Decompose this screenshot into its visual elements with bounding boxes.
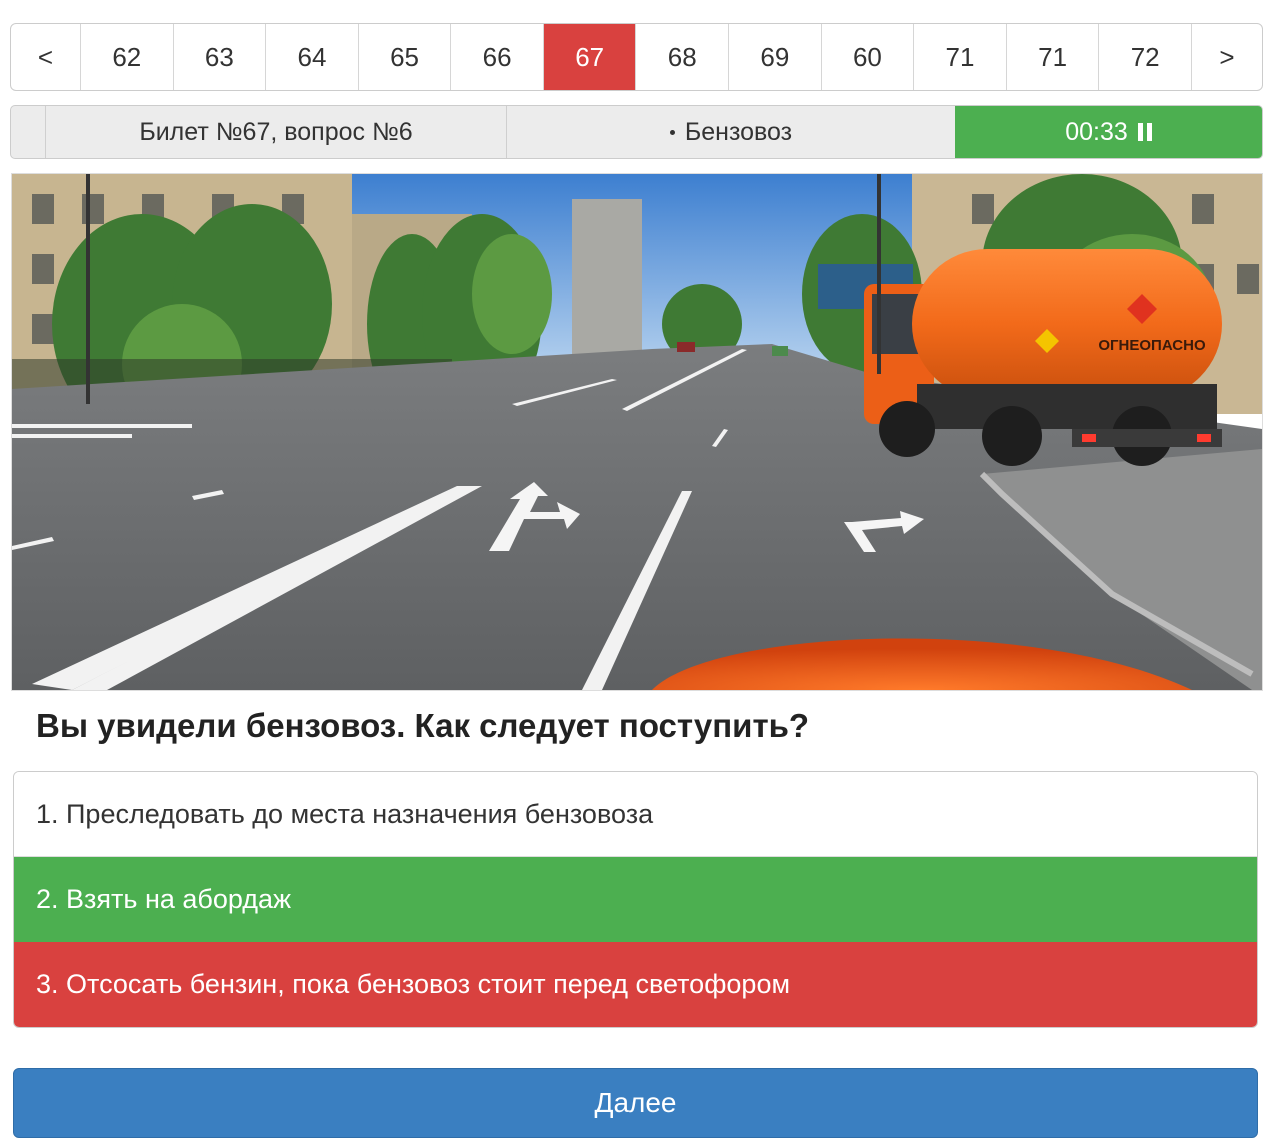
page-button[interactable]: 71 [1007,24,1100,90]
ticket-info-bar: Билет №67, вопрос №6 Бензовоз 00:33 [10,105,1263,159]
ticket-label: Билет №67, вопрос №6 [46,106,507,158]
next-page-button[interactable]: > [1192,24,1262,90]
page-button[interactable]: 69 [729,24,822,90]
prev-page-button[interactable]: < [11,24,81,90]
road-scene-illustration: ОГНЕОПАСНО [12,174,1262,690]
page-button[interactable]: 65 [359,24,452,90]
page-button[interactable]: 68 [636,24,730,90]
page-button[interactable]: 72 [1099,24,1192,90]
answer-option-1[interactable]: 1. Преследовать до места назначения бенз… [14,772,1257,857]
page-button[interactable]: 63 [174,24,267,90]
answer-option-3[interactable]: 3. Отсосать бензин, пока бензовоз стоит … [14,942,1257,1027]
answer-list: 1. Преследовать до места назначения бенз… [13,771,1258,1028]
page-button[interactable]: 60 [822,24,915,90]
page-button-active[interactable]: 67 [543,24,637,90]
pause-icon[interactable] [1137,123,1152,141]
question-pagination: < 62 63 64 65 66 67 68 69 60 71 71 72 > [10,23,1263,91]
page-button[interactable]: 62 [81,24,174,90]
topic-text: Бензовоз [684,117,793,146]
page-button[interactable]: 64 [266,24,359,90]
info-bar-stub [11,106,46,158]
timer[interactable]: 00:33 [955,106,1262,158]
page-button[interactable]: 66 [451,24,544,90]
question-text: Вы увидели бензовоз. Как следует поступи… [36,707,810,744]
question-image: ОГНЕОПАСНО [11,173,1263,691]
bullet-icon [669,129,675,135]
answer-option-2[interactable]: 2. Взять на абордаж [14,857,1257,942]
topic-label: Бензовоз [507,106,955,158]
truck-warning-text: ОГНЕОПАСНО [1098,337,1206,354]
next-button[interactable]: Далее [13,1068,1258,1138]
timer-value: 00:33 [1065,117,1128,146]
page-button[interactable]: 71 [914,24,1007,90]
